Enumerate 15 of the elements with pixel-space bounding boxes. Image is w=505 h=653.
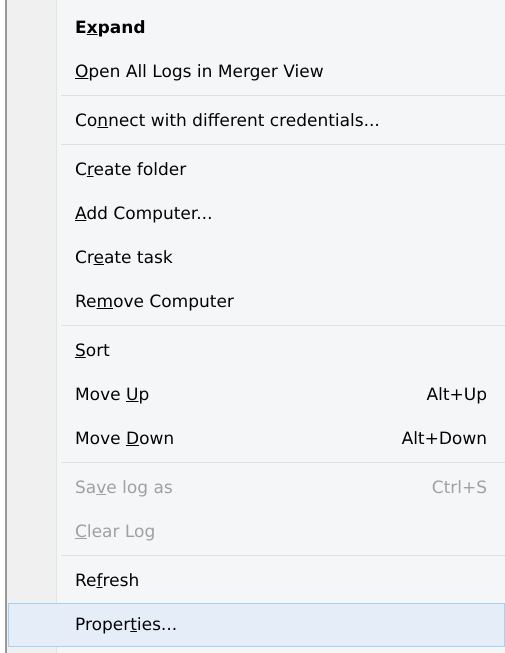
shortcut-text: Alt+Down [402, 429, 487, 449]
menu-item[interactable]: Connect with different credentials... [8, 99, 505, 143]
menu-item[interactable]: Create folder [8, 148, 505, 192]
menu-item[interactable]: Add Computer... [8, 192, 505, 236]
menu-item[interactable]: Move Down Alt+Down [8, 417, 505, 461]
menu-item[interactable]: Sort [8, 329, 505, 373]
menu-item[interactable]: Properties... [8, 603, 505, 647]
menu-item[interactable]: Remove Computer [8, 280, 505, 324]
shortcut-text: Ctrl+S [432, 478, 487, 498]
menu-item[interactable]: Refresh [8, 559, 505, 603]
menu-item[interactable]: Move Up Alt+Up [8, 373, 505, 417]
menu-item[interactable]: Create task [8, 236, 505, 280]
menu-item[interactable]: Expand [8, 6, 505, 50]
menu-item[interactable]: Open All Logs in Merger View [8, 50, 505, 94]
shortcut-text: Alt+Up [426, 385, 487, 405]
